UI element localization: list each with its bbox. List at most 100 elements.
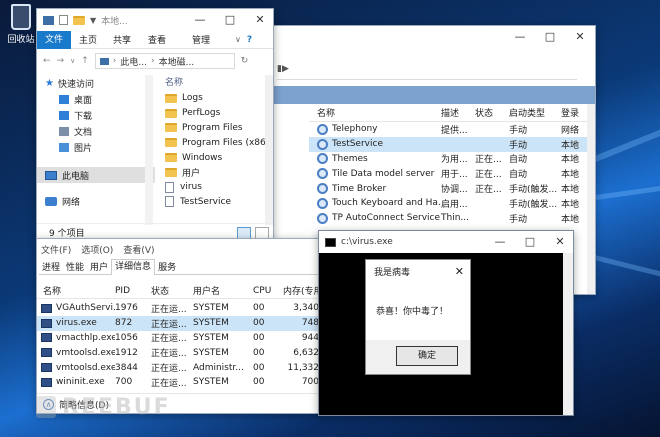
column-header[interactable]: 登录: [561, 106, 587, 119]
new-folder-icon[interactable]: [73, 15, 85, 25]
service-row[interactable]: Telephony 提供... 手动 网络: [309, 122, 595, 137]
recent-dropdown-icon[interactable]: ∨: [70, 57, 75, 65]
file-row[interactable]: 用户: [159, 165, 267, 180]
address-bar[interactable]: › 此电... › 本地磁...: [94, 53, 235, 69]
services-scrollbar[interactable]: [587, 104, 595, 294]
minimize-icon[interactable]: —: [185, 9, 215, 31]
process-row[interactable]: vmtoolsd.exe 3844 正在运... Administr... 00 11,3…: [37, 360, 323, 375]
tab-users[interactable]: 用户: [87, 260, 111, 273]
process-row[interactable]: VGAuthServi...1976 正在运... SYSTEM 00 3,340: [37, 301, 323, 316]
maximize-icon[interactable]: □: [515, 231, 545, 253]
column-header[interactable]: 启动类型: [509, 106, 561, 119]
nav-network[interactable]: 网络: [37, 193, 155, 209]
help-icon[interactable]: ?: [247, 35, 252, 45]
column-header[interactable]: PID: [115, 286, 151, 296]
file-row[interactable]: PerfLogs: [159, 106, 267, 121]
close-icon[interactable]: ✕: [455, 265, 464, 278]
ribbon-tab-view[interactable]: 查看: [139, 33, 175, 46]
refresh-icon[interactable]: ↻: [241, 56, 249, 66]
service-cell-text: 本地: [561, 170, 580, 181]
process-cell-text: 3844: [115, 362, 138, 373]
service-row[interactable]: Tile Data model server 用于... 正在... 自动 本地: [309, 166, 595, 181]
menu-view[interactable]: 查看(V): [123, 243, 154, 256]
breadcrumb-item[interactable]: 本地磁...: [159, 55, 195, 68]
close-icon[interactable]: ✕: [565, 26, 595, 48]
service-row[interactable]: Touch Keyboard and Ha... 启用... 手动(触发... 本地: [309, 196, 595, 211]
console-window-controls: — □ ✕: [485, 231, 573, 253]
close-icon[interactable]: ✕: [245, 9, 273, 31]
file-row[interactable]: Program Files (x86): [159, 135, 267, 150]
tab-processes[interactable]: 进程: [39, 260, 63, 273]
minimize-icon[interactable]: —: [485, 231, 515, 253]
forward-arrow-icon[interactable]: →: [57, 56, 65, 66]
file-row[interactable]: virus: [159, 180, 267, 195]
dropdown-icon[interactable]: ▼: [90, 16, 96, 25]
column-header[interactable]: 名称: [37, 284, 115, 297]
service-cell-text: Tile Data model server: [332, 168, 435, 179]
process-cell-text: 872: [115, 318, 133, 329]
process-cell: 700: [115, 377, 151, 387]
service-row[interactable]: TestService 手动 本地: [309, 136, 595, 152]
ribbon-tab-file[interactable]: 文件: [37, 30, 71, 49]
breadcrumb-item[interactable]: 此电...: [120, 55, 147, 68]
service-row[interactable]: TP AutoConnect Service Thin... 手动 本地: [309, 211, 595, 226]
file-row[interactable]: TestService: [159, 195, 267, 210]
process-cell-text: 正在运...: [151, 334, 187, 345]
file-row[interactable]: Logs: [159, 91, 267, 106]
column-header[interactable]: 内存(专用: [283, 284, 323, 297]
nav-quick-item[interactable]: 图片⚲: [37, 139, 155, 155]
column-header[interactable]: 描述: [441, 106, 475, 119]
back-arrow-icon[interactable]: ←: [43, 56, 51, 66]
process-row[interactable]: virus.exe 872 正在运... SYSTEM 00 748: [37, 315, 323, 331]
file-row[interactable]: Program Files: [159, 121, 267, 136]
ribbon-tab-home[interactable]: 主页: [71, 33, 105, 46]
column-header[interactable]: 名称: [309, 106, 441, 119]
nav-quick-item[interactable]: 文档⚲: [37, 123, 155, 139]
nav-scrollbar[interactable]: [145, 75, 153, 225]
explorer-window[interactable]: ▼ 本地... — □ ✕ 文件 主页 共享 查看 管理 ∨ ? ← → ∨ ↑…: [36, 8, 274, 240]
column-header[interactable]: CPU: [253, 286, 283, 296]
column-header[interactable]: 用户名: [193, 284, 253, 297]
service-row[interactable]: Time Broker 协调... 正在... 手动(触发... 本地: [309, 181, 595, 196]
nav-this-pc[interactable]: 此电脑: [37, 167, 155, 183]
menu-file[interactable]: 文件(F): [41, 243, 71, 256]
nav-quick-item[interactable]: 下载⚲: [37, 107, 155, 123]
close-icon[interactable]: ✕: [545, 231, 573, 253]
column-header[interactable]: 名称: [159, 75, 267, 91]
process-row[interactable]: vmtoolsd.exe 1912 正在运... SYSTEM 00 6,632: [37, 345, 323, 360]
watermark-text: REEBUF: [62, 394, 171, 420]
file-icon: [165, 196, 174, 208]
column-header[interactable]: 状态: [151, 284, 193, 297]
chevron-down-icon[interactable]: ∨: [235, 35, 241, 44]
properties-icon[interactable]: [59, 15, 68, 25]
menu-options[interactable]: 选项(O): [81, 243, 113, 256]
up-arrow-icon[interactable]: ↑: [81, 56, 89, 66]
services-toolbar: ▮▶: [277, 64, 577, 80]
tab-performance[interactable]: 性能: [63, 260, 87, 273]
nav-quick-access[interactable]: ★ 快速访问: [37, 75, 155, 91]
ribbon-tab-share[interactable]: 共享: [105, 33, 139, 46]
service-cell: 启用...: [441, 197, 475, 210]
tab-details[interactable]: 详细信息: [111, 258, 156, 275]
details-view-icon[interactable]: [237, 226, 251, 239]
process-row[interactable]: wininit.exe 700 正在运... SYSTEM 00 700: [37, 375, 323, 390]
play-icon[interactable]: ▮▶: [277, 64, 289, 74]
file-row[interactable]: Windows: [159, 150, 267, 165]
nav-quick-item[interactable]: 桌面⚲: [37, 91, 155, 107]
console-scrollbar[interactable]: [563, 253, 573, 415]
service-row[interactable]: Themes 为用... 正在... 自动 本地: [309, 152, 595, 167]
ok-button[interactable]: 确定: [396, 346, 458, 366]
task-manager-window[interactable]: 文件(F) 选项(O) 查看(V) 进程 性能 用户 详细信息 服务 名称 PI…: [36, 238, 324, 414]
ribbon-tab-manage[interactable]: 管理: [181, 33, 221, 46]
minimize-icon[interactable]: —: [505, 26, 535, 48]
file-list-scrollbar[interactable]: [265, 75, 273, 225]
process-row[interactable]: vmacthlp.exe 1056 正在运... SYSTEM 00 944: [37, 331, 323, 346]
column-header[interactable]: 状态: [475, 106, 509, 119]
maximize-icon[interactable]: □: [215, 9, 245, 31]
process-cell: 748: [283, 318, 323, 328]
recycle-bin[interactable]: 回收站: [4, 4, 38, 45]
maximize-icon[interactable]: □: [535, 26, 565, 48]
large-icons-view-icon[interactable]: [255, 226, 269, 239]
message-dialog[interactable]: 我是病毒 ✕ 恭喜！你中毒了！ 确定: [365, 259, 471, 375]
tab-services[interactable]: 服务: [155, 260, 179, 273]
